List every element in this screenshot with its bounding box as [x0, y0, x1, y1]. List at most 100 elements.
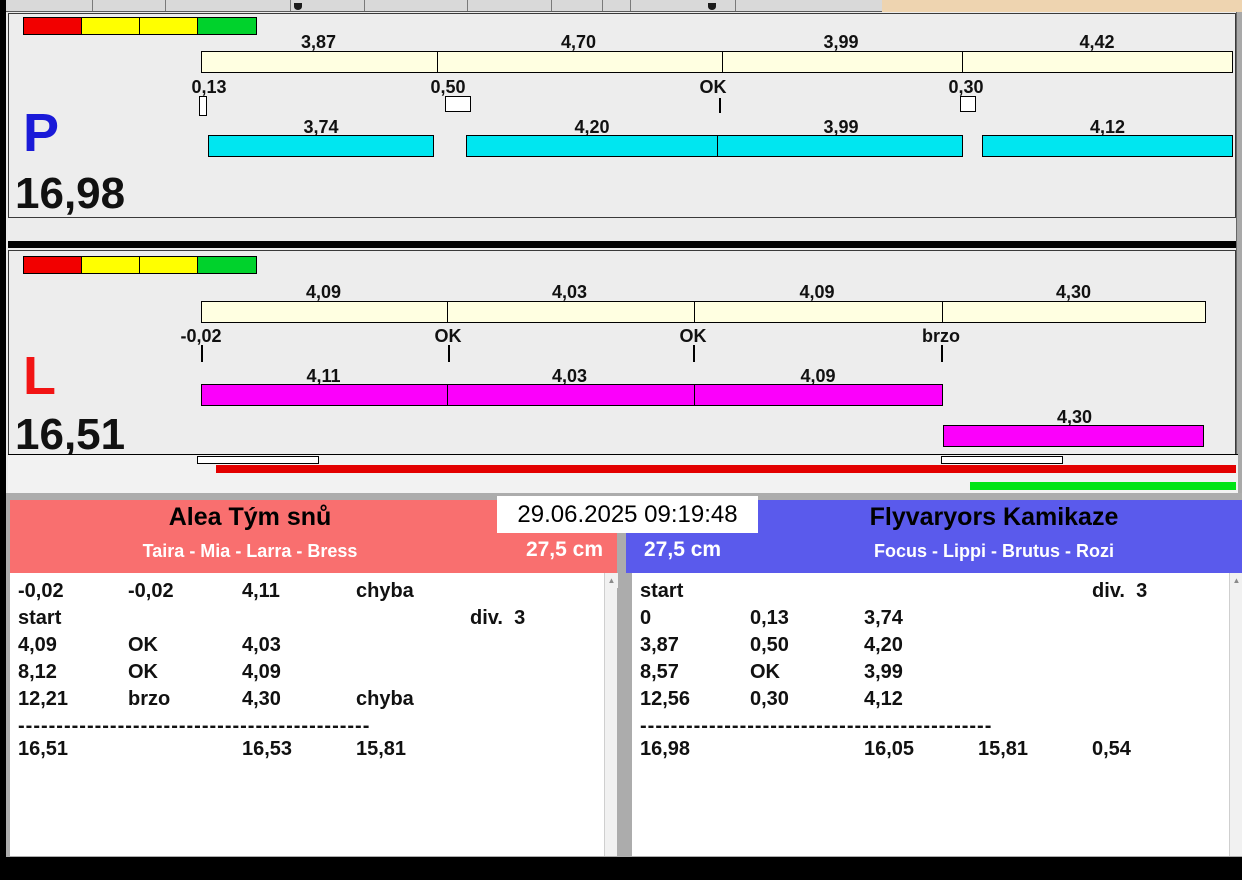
log-cell: 8,12 [18, 661, 57, 683]
team-left-log: -0,02 -0,02 4,11 chyba start div. 3 4,09… [10, 573, 618, 856]
toolbar-separator [165, 0, 166, 11]
log-cell: chyba [356, 580, 414, 602]
l-pass-label: brzo [922, 326, 960, 346]
log-cell: -0,02 [18, 580, 64, 602]
p-pass-label: 0,13 [191, 77, 227, 97]
l-pass-label: OK [679, 326, 707, 346]
l-split-label: 4,30 [1055, 282, 1092, 302]
lane-l-total-time: 16,51 [15, 410, 126, 459]
progress-bar-red [216, 465, 1236, 473]
team-right-log: start div. 3 0 0,13 3,74 3,87 0,50 4,20 … [632, 573, 1242, 856]
log-cell: 15,81 [356, 738, 407, 760]
toolbar-strip [6, 0, 882, 12]
team-right-jump-height: 27,5 cm [644, 538, 722, 561]
team-right-name: Flyvaryors Kamikaze [869, 503, 1119, 531]
p-dog-bar [208, 135, 434, 157]
scroll-up-icon[interactable]: ▲ [605, 573, 618, 588]
log-cell: 16,05 [864, 738, 915, 760]
log-cell: div. 3 [470, 607, 526, 629]
l-split-label: 4,09 [799, 282, 835, 302]
bar-divider [942, 302, 943, 322]
log-cell: 4,09 [242, 661, 281, 683]
team-left-lineup: Taira - Mia - Larra - Bress [142, 541, 358, 561]
p-pass-marker-box [960, 96, 976, 112]
scrollbar[interactable]: ▲ [1229, 573, 1242, 856]
light-red-icon [24, 257, 82, 273]
p-split-label: 3,99 [823, 32, 859, 52]
live-progress-strip [8, 454, 1238, 493]
log-cell: chyba [356, 688, 414, 710]
light-yellow-icon [82, 18, 140, 34]
log-line: -0,02 -0,02 4,11 chyba [10, 580, 617, 607]
toolbar-separator [290, 0, 291, 11]
toolbar-separator [630, 0, 631, 11]
log-line: start div. 3 [10, 607, 617, 634]
log-cell: 8,57 [640, 661, 679, 683]
log-separator: ----------------------------------------… [10, 715, 617, 738]
log-cell: 16,51 [18, 738, 69, 760]
toolbar-separator [602, 0, 603, 11]
log-line: 0 0,13 3,74 [632, 607, 1242, 634]
p-pass-label: 0,50 [430, 77, 466, 97]
progress-marker-box [197, 456, 319, 464]
scroll-up-icon[interactable]: ▲ [1230, 573, 1242, 588]
log-cell: 3,74 [864, 607, 903, 629]
bar-divider [437, 52, 438, 72]
p-pass-marker-box [199, 96, 207, 116]
bar-divider [694, 302, 695, 322]
toolbar-separator [735, 0, 736, 11]
log-line: start div. 3 [632, 580, 1242, 607]
l-pass-label: -0,02 [180, 326, 222, 346]
log-line: 8,12 OK 4,09 [10, 661, 617, 688]
log-cell: 4,30 [242, 688, 281, 710]
p-dog-bar [982, 135, 1233, 157]
toolbar-clipped-glyph [294, 3, 302, 10]
p-pass-marker-box [445, 96, 471, 112]
team-right-lineup: Focus - Lippi - Brutus - Rozi [874, 541, 1114, 561]
bar-divider [447, 302, 448, 322]
p-pass-label: 0,30 [948, 77, 984, 97]
log-line: 8,57 OK 3,99 [632, 661, 1242, 688]
toolbar-separator [467, 0, 468, 11]
log-cell: start [18, 607, 62, 629]
log-totals-line: 16,51 16,53 15,81 [10, 738, 617, 765]
log-cell: brzo [128, 688, 171, 710]
log-cell: 0,54 [1092, 738, 1131, 760]
l-pass-marker-tick [941, 345, 943, 362]
lane-l-start-lights [23, 256, 257, 274]
log-cell: 16,98 [640, 738, 691, 760]
bar-divider [694, 385, 695, 405]
log-cell: 4,11 [242, 580, 280, 602]
log-cell: div. 3 [1092, 580, 1148, 602]
l-dog-bar-running [943, 425, 1204, 447]
bar-divider [722, 52, 723, 72]
datetime-display: 29.06.2025 09:19:48 [497, 496, 758, 533]
log-cell: 12,21 [18, 688, 69, 710]
progress-bar-green [970, 482, 1236, 490]
p-split-bar [201, 51, 1233, 73]
log-cell: -0,02 [128, 580, 174, 602]
log-cell: 0 [640, 607, 652, 629]
log-cell: OK [128, 661, 158, 683]
lane-divider-bar [8, 241, 1236, 248]
log-cell: 3,87 [640, 634, 679, 656]
log-cell: 0,30 [750, 688, 789, 710]
lane-l-panel: L 16,51 4,09 4,03 4,09 4,30 -0,02 OK OK … [8, 250, 1236, 459]
scrollbar[interactable]: ▲ [604, 573, 618, 856]
light-yellow-icon [140, 257, 198, 273]
light-green-icon [198, 257, 256, 273]
log-separator-dashes: ----------------------------------------… [18, 715, 371, 737]
log-cell: 0,50 [750, 634, 789, 656]
log-separator: ----------------------------------------… [632, 715, 1242, 738]
toolbar-separator [364, 0, 365, 11]
log-cell: 12,56 [640, 688, 691, 710]
results-section: Alea Tým snů Taira - Mia - Larra - Bress… [6, 493, 1242, 857]
log-cell: 16,53 [242, 738, 293, 760]
log-totals-line: 16,98 16,05 15,81 0,54 [632, 738, 1242, 765]
p-pass-label: OK [699, 77, 727, 97]
log-line: 12,56 0,30 4,12 [632, 688, 1242, 715]
log-separator-dashes: ----------------------------------------… [640, 715, 993, 737]
p-pass-marker-tick [719, 98, 721, 113]
lane-l-letter: L [23, 346, 56, 406]
p-split-label: 3,87 [300, 32, 337, 52]
